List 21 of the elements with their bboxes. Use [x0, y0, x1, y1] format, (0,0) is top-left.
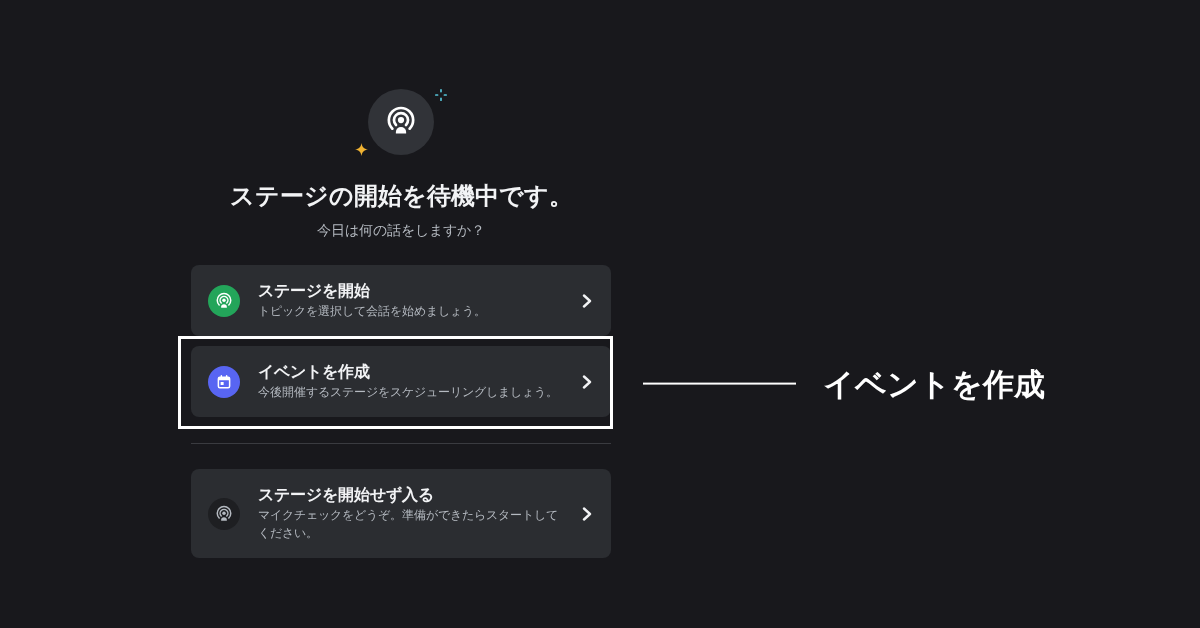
option-card[interactable]: ステージを開始 トピックを選択して会話を始めましょう。 — [191, 265, 611, 336]
option-description: マイクチェックをどうぞ。準備ができたらスタートしてください。 — [258, 507, 559, 542]
option-description: トピックを選択して会話を始めましょう。 — [258, 303, 487, 320]
option-card[interactable]: イベントを作成 今後開催するステージをスケジューリングしましょう。 — [191, 346, 611, 417]
broadcast-icon — [368, 89, 434, 155]
chevron-right-icon — [581, 293, 593, 308]
option-card[interactable]: ステージを開始せず入る マイクチェックをどうぞ。準備ができたらスタートしてください。 — [191, 469, 611, 558]
option-description: 今後開催するステージをスケジューリングしましょう。 — [258, 384, 559, 401]
sparkle-icon — [355, 143, 368, 156]
callout-label: イベントを作成 — [823, 364, 1045, 404]
broadcast-icon — [208, 497, 240, 530]
sparkle-icon — [435, 89, 447, 101]
option-title: ステージを開始せず入る — [258, 485, 435, 505]
page-subtitle: 今日は何の話をしますか？ — [317, 221, 485, 239]
chevron-right-icon — [581, 374, 593, 389]
option-title: イベントを作成 — [258, 362, 371, 382]
page-title: ステージの開始を待機中です。 — [229, 181, 573, 212]
calendar-icon — [208, 365, 240, 398]
chevron-right-icon — [581, 506, 593, 521]
option-title: ステージを開始 — [258, 281, 371, 301]
broadcast-icon — [208, 284, 240, 317]
